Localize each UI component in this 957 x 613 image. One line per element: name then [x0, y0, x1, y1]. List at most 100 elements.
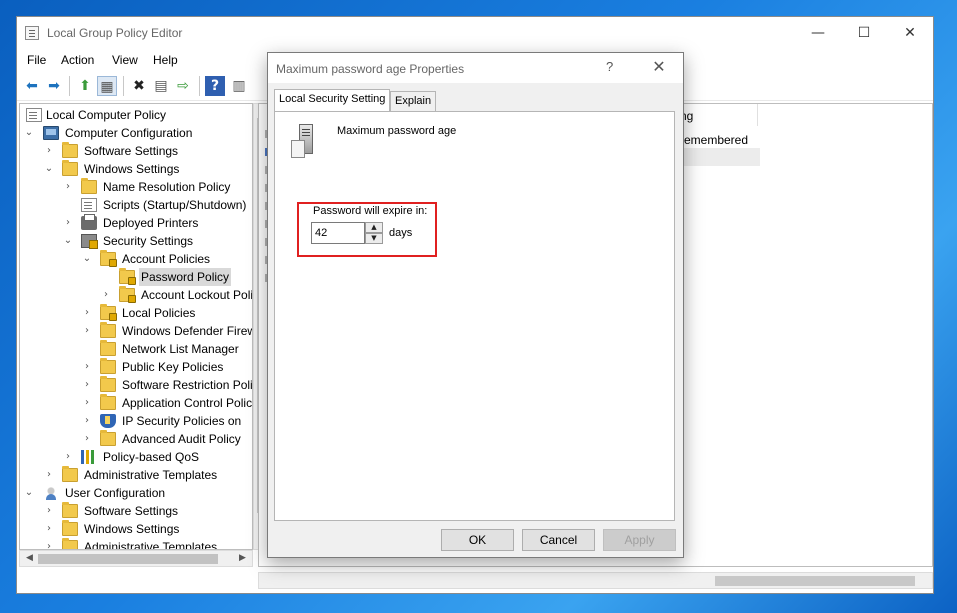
chevron-right-icon[interactable]: ›: [82, 376, 92, 394]
close-button[interactable]: ✕: [887, 17, 933, 49]
folder-icon: [62, 520, 78, 536]
folder-icon: [62, 160, 78, 176]
tab-local-security-setting[interactable]: Local Security Setting: [274, 89, 391, 111]
tree-item-name-resolution-policy[interactable]: › Name Resolution Policy: [20, 178, 252, 196]
tree-item-user-software-settings[interactable]: › Software Settings: [20, 502, 252, 520]
tree-item-policy-based-qos[interactable]: › Policy-based QoS: [20, 448, 252, 466]
minimize-button[interactable]: —: [795, 17, 841, 49]
details-horizontal-scrollbar[interactable]: [258, 572, 933, 589]
chevron-right-icon[interactable]: ›: [44, 142, 54, 160]
folder-icon: [62, 502, 78, 518]
view-icon[interactable]: ▥: [229, 76, 249, 96]
scroll-thumb[interactable]: [715, 576, 915, 586]
server-policy-icon: [291, 124, 321, 158]
show-tree-icon[interactable]: ▦: [97, 76, 117, 96]
title-bar[interactable]: Local Group Policy Editor — ☐ ✕: [17, 17, 933, 49]
chevron-right-icon[interactable]: ›: [82, 322, 92, 340]
tree-item-account-policies[interactable]: ⌄ Account Policies: [20, 250, 252, 268]
chevron-right-icon[interactable]: ›: [44, 502, 54, 520]
chevron-right-icon[interactable]: ›: [63, 448, 73, 466]
chevron-down-icon[interactable]: ⌄: [24, 124, 34, 142]
tree-item-windows-settings[interactable]: ⌄ Windows Settings: [20, 160, 252, 178]
menu-help[interactable]: Help: [153, 53, 178, 67]
computer-icon: [43, 126, 59, 140]
tree-item-deployed-printers[interactable]: › Deployed Printers: [20, 214, 252, 232]
tree-item-password-policy[interactable]: Password Policy: [20, 268, 252, 286]
maximize-button[interactable]: ☐: [841, 17, 887, 49]
scroll-right-icon[interactable]: ▶: [235, 553, 250, 563]
tree-item-local-policies[interactable]: › Local Policies: [20, 304, 252, 322]
spin-up-icon[interactable]: ▲: [365, 222, 383, 233]
chevron-right-icon[interactable]: ›: [63, 178, 73, 196]
ip-security-shield-icon: [100, 414, 116, 428]
tree-item-network-list-manager[interactable]: Network List Manager: [20, 340, 252, 358]
password-age-input[interactable]: [311, 222, 365, 244]
user-icon: [43, 486, 59, 500]
policy-setting-value[interactable]: remembered: [680, 133, 748, 147]
help-icon[interactable]: ?: [205, 76, 225, 96]
chevron-right-icon[interactable]: ›: [82, 358, 92, 376]
chevron-down-icon[interactable]: ⌄: [63, 232, 73, 250]
policy-document-icon: [26, 108, 42, 122]
chevron-right-icon[interactable]: ›: [44, 538, 54, 549]
chevron-down-icon[interactable]: ⌄: [44, 160, 54, 178]
dialog-close-icon[interactable]: ✕: [642, 57, 676, 76]
row-highlight: [674, 148, 760, 166]
security-settings-icon: [81, 234, 98, 249]
forward-arrow-icon[interactable]: ➡: [44, 76, 64, 96]
folder-icon: [100, 322, 116, 338]
tree-item-software-restriction-policies[interactable]: › Software Restriction Policies: [20, 376, 252, 394]
spin-down-icon[interactable]: ▼: [365, 233, 383, 244]
tree-item-public-key-policies[interactable]: › Public Key Policies: [20, 358, 252, 376]
scroll-thumb[interactable]: [38, 554, 218, 564]
help-question-icon[interactable]: ?: [606, 59, 613, 74]
days-label: days: [389, 227, 413, 239]
chevron-right-icon[interactable]: ›: [44, 466, 54, 484]
tree-item-user-windows-settings[interactable]: › Windows Settings: [20, 520, 252, 538]
menu-action[interactable]: Action: [61, 53, 94, 67]
chevron-right-icon[interactable]: ›: [63, 214, 73, 232]
tree-item-security-settings[interactable]: ⌄ Security Settings: [20, 232, 252, 250]
tree-item-advanced-audit-policy[interactable]: › Advanced Audit Policy: [20, 430, 252, 448]
folder-icon: [100, 340, 116, 356]
tree-item-software-settings[interactable]: › Software Settings: [20, 142, 252, 160]
dialog-title: Maximum password age Properties: [276, 62, 465, 76]
tree-item-account-lockout-policy[interactable]: › Account Lockout Policy: [20, 286, 252, 304]
export-list-icon[interactable]: ⇨: [173, 76, 193, 96]
tab-explain[interactable]: Explain: [390, 91, 437, 111]
chevron-right-icon[interactable]: ›: [82, 394, 92, 412]
tree-item-local-computer-policy[interactable]: Local Computer Policy: [20, 106, 252, 124]
apply-button[interactable]: Apply: [603, 529, 676, 551]
chevron-down-icon[interactable]: ⌄: [24, 484, 34, 502]
tree-item-user-configuration[interactable]: ⌄ User Configuration: [20, 484, 252, 502]
tree-item-computer-configuration[interactable]: ⌄ Computer Configuration: [20, 124, 252, 142]
menu-file[interactable]: File: [27, 53, 46, 67]
delete-icon[interactable]: ✖: [129, 76, 149, 96]
ok-button[interactable]: OK: [441, 529, 514, 551]
tree-item-scripts[interactable]: Scripts (Startup/Shutdown): [20, 196, 252, 214]
chevron-right-icon[interactable]: ›: [82, 412, 92, 430]
chevron-right-icon[interactable]: ›: [44, 520, 54, 538]
up-level-icon[interactable]: ⬆: [75, 76, 95, 96]
folder-icon: [100, 376, 116, 392]
chevron-right-icon[interactable]: ›: [82, 430, 92, 448]
chevron-right-icon[interactable]: ›: [82, 304, 92, 322]
tree-item-windows-defender-firewall[interactable]: › Windows Defender Firewall: [20, 322, 252, 340]
dialog-title-bar[interactable]: Maximum password age Properties ? ✕: [268, 53, 683, 83]
locked-folder-icon: [100, 250, 117, 267]
chevron-down-icon[interactable]: ⌄: [82, 250, 92, 268]
chevron-right-icon[interactable]: ›: [101, 286, 111, 304]
folder-icon: [62, 466, 78, 482]
scroll-left-icon[interactable]: ◀: [22, 553, 37, 563]
tree-item-user-administrative-templates[interactable]: › Administrative Templates: [20, 538, 252, 549]
properties-icon[interactable]: ▤: [151, 76, 171, 96]
toolbar-divider: [199, 76, 200, 96]
tree-item-administrative-templates[interactable]: › Administrative Templates: [20, 466, 252, 484]
tree-item-ip-security-policies[interactable]: › IP Security Policies on: [20, 412, 252, 430]
back-arrow-icon[interactable]: ⬅: [22, 76, 42, 96]
app-icon: [25, 26, 39, 40]
cancel-button[interactable]: Cancel: [522, 529, 595, 551]
tree-item-application-control-policies[interactable]: › Application Control Policies: [20, 394, 252, 412]
menu-view[interactable]: View: [112, 53, 138, 67]
tree-horizontal-scrollbar[interactable]: ◀ ▶: [19, 550, 253, 567]
